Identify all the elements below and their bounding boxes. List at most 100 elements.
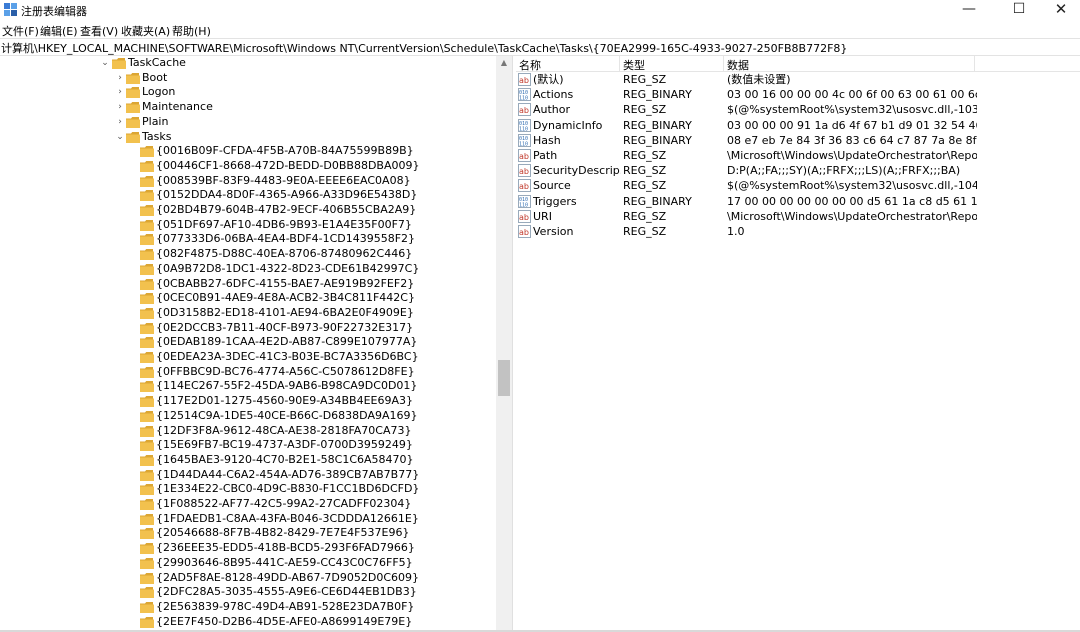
tree-item-task-key[interactable]: {0CEC0B91-4AE9-4E8A-ACB2-3B4C811F442C} (0, 291, 496, 306)
tree-item-label: {236EEE35-EDD5-418B-BCD5-293F6FAD7966} (156, 541, 415, 555)
minimize-button[interactable]: — (946, 0, 992, 20)
column-divider[interactable] (723, 56, 724, 71)
value-data: 1.0 (727, 225, 745, 238)
tree-scrollbar[interactable]: ▲ (496, 56, 512, 632)
folder-icon (140, 160, 154, 172)
svg-text:ab: ab (519, 76, 529, 85)
tree-item-task-key[interactable]: {2EE7F450-D2B6-4D5E-AFE0-A8699149E79E} (0, 615, 496, 630)
maximize-button[interactable]: ☐ (996, 0, 1042, 20)
list-row[interactable]: ab Author REG_SZ $(@%systemRoot%\system32\u… (516, 102, 1080, 117)
tree-item-label: Tasks (142, 129, 172, 143)
scroll-up-arrow-icon[interactable]: ▲ (496, 56, 512, 70)
list-row[interactable]: ab (默认) REG_SZ (数值未设置) (516, 72, 1080, 87)
menu-favorites[interactable]: 收藏夹(A) (121, 23, 170, 39)
list-row[interactable]: 010 110 Actions REG_BINARY 03 00 16 00 00 00… (516, 87, 1080, 102)
list-row[interactable]: 010 110 Triggers REG_BINARY 17 00 00 00 00 0… (516, 194, 1080, 209)
tree-item-task-key[interactable]: {051DF697-AF10-4DB6-9B93-E1A4E35F00F7} (0, 218, 496, 233)
list-row[interactable]: ab URI REG_SZ \Microsoft\Windows\UpdateOrch… (516, 209, 1080, 224)
svg-text:ab: ab (519, 228, 529, 237)
tree-item-task-key[interactable]: {0A9B72D8-1DC1-4322-8D23-CDE61B42997C} (0, 262, 496, 277)
tree-item-task-key[interactable]: {1FDAEDB1-C8AA-43FA-B046-3CDDDA12661E} (0, 512, 496, 527)
list-row[interactable]: ab Version REG_SZ 1.0 (516, 224, 1080, 239)
list-row[interactable]: 010 110 Hash REG_BINARY 08 e7 eb 7e 84 3f 36… (516, 133, 1080, 148)
tree-item-task-key[interactable]: {20546688-8F7B-4B82-8429-7E7E4F537E96} (0, 526, 496, 541)
close-button[interactable]: ✕ (1038, 0, 1080, 20)
string-value-icon: ab (518, 164, 531, 178)
tree-item-task-key[interactable]: {12514C9A-1DE5-40CE-B66C-D6838DA9A169} (0, 409, 496, 424)
tree-item-task-key[interactable]: {12DF3F8A-9612-48CA-AE38-2818FA70CA73} (0, 424, 496, 439)
tree-item-task-key[interactable]: {114EC267-55F2-45DA-9AB6-B98CA9DC0D01} (0, 379, 496, 394)
tree-item-task-key[interactable]: {2DFC28A5-3035-4555-A9E6-CE6D44EB1DB3} (0, 585, 496, 600)
list-row[interactable]: ab Path REG_SZ \Microsoft\Windows\UpdateOrc… (516, 148, 1080, 163)
folder-icon (140, 249, 154, 261)
tree-item-label: {117E2D01-1275-4560-90E9-A34BB4EE69A3} (156, 394, 414, 408)
tree-item-label: {0A9B72D8-1DC1-4322-8D23-CDE61B42997C} (156, 261, 420, 275)
tree-item-task-key[interactable]: {0FFBBC9D-BC76-4774-A56C-C5078612D8FE} (0, 365, 496, 380)
chevron-down-icon[interactable]: ⌄ (100, 56, 110, 70)
tree-item-label: {12DF3F8A-9612-48CA-AE38-2818FA70CA73} (156, 423, 412, 437)
chevron-right-icon[interactable]: › (115, 100, 125, 114)
key-tree-pane[interactable]: ⌄ TaskCache › Boot › Logon › Maintenance › Plain ⌄… (0, 56, 496, 632)
tree-item-task-key[interactable]: {0CBABB27-6DFC-4155-BAE7-AE919B92FEF2} (0, 277, 496, 292)
value-data: 08 e7 eb 7e 84 3f 36 83 c6 64 c7 87 7a 8… (727, 133, 977, 147)
scroll-thumb[interactable] (498, 360, 510, 396)
column-header-type[interactable]: 类型 (623, 57, 645, 73)
tree-item-task-key[interactable]: {0E2DCCB3-7B11-40CF-B973-90F22732E317} (0, 321, 496, 336)
tree-item-task-key[interactable]: {2E563839-978C-49D4-AB91-528E23DA7B0F} (0, 600, 496, 615)
tree-item-task-key[interactable]: {15E69FB7-BC19-4737-A3DF-0700D3959249} (0, 438, 496, 453)
tree-item-plain[interactable]: › Plain (0, 115, 496, 130)
tree-item-task-key[interactable]: {077333D6-06BA-4EA4-BDF4-1CD1439558F2} (0, 232, 496, 247)
folder-icon (140, 572, 154, 584)
tree-item-task-key[interactable]: {0016B09F-CFDA-4F5B-A70B-84A75599B89B} (0, 144, 496, 159)
menu-view[interactable]: 查看(V) (80, 23, 118, 39)
tree-item-task-key[interactable]: {117E2D01-1275-4560-90E9-A34BB4EE69A3} (0, 394, 496, 409)
string-value-icon: ab (518, 103, 531, 117)
column-divider[interactable] (974, 56, 975, 71)
tree-item-label: {12514C9A-1DE5-40CE-B66C-D6838DA9A169} (156, 408, 418, 422)
folder-icon (140, 337, 154, 349)
tree-item-logon[interactable]: › Logon (0, 85, 496, 100)
tree-item-task-key[interactable]: {1D44DA44-C6A2-454A-AD76-389CB7AB7B77} (0, 468, 496, 483)
tree-item-task-key[interactable]: {02BD4B79-604B-47B2-9ECF-406B55CBA2A9} (0, 203, 496, 218)
column-header-data[interactable]: 数据 (727, 57, 749, 73)
tree-item-task-key[interactable]: {236EEE35-EDD5-418B-BCD5-293F6FAD7966} (0, 541, 496, 556)
tree-item-boot[interactable]: › Boot (0, 71, 496, 86)
tree-item-task-key[interactable]: {0D3158B2-ED18-4101-AE94-6BA2E0F4909E} (0, 306, 496, 321)
menu-edit[interactable]: 编辑(E) (40, 23, 78, 39)
column-divider[interactable] (619, 56, 620, 71)
tree-item-task-key[interactable]: {1F088522-AF77-42C5-99A2-27CADFF02304} (0, 497, 496, 512)
folder-icon (140, 381, 154, 393)
address-path[interactable]: 计算机\HKEY_LOCAL_MACHINE\SOFTWARE\Microsof… (1, 40, 847, 56)
tree-item-task-key[interactable]: {1645BAE3-9120-4C70-B2E1-58C1C6A58470} (0, 453, 496, 468)
menu-file[interactable]: 文件(F) (2, 23, 39, 39)
tree-item-label: Boot (142, 70, 168, 84)
tree-item-task-key[interactable]: {1E334E22-CBC0-4D9C-B830-F1CC1BD6DCFD} (0, 482, 496, 497)
tree-item-task-key[interactable]: {2AD5F8AE-8128-49DD-AB67-7D9052D0C609} (0, 571, 496, 586)
tree-item-label: {1D44DA44-C6A2-454A-AD76-389CB7AB7B77} (156, 467, 420, 481)
folder-icon (140, 484, 154, 496)
tree-item-tasks[interactable]: ⌄ Tasks (0, 130, 496, 145)
value-type: REG_SZ (623, 225, 667, 238)
value-type: REG_BINARY (623, 88, 692, 102)
tree-item-task-key[interactable]: {00446CF1-8668-472D-BEDD-D0BB88DBA009} (0, 159, 496, 174)
tree-item-task-key[interactable]: {082F4875-D88C-40EA-8706-87480962C446} (0, 247, 496, 262)
tree-item-maintenance[interactable]: › Maintenance (0, 100, 496, 115)
list-row[interactable]: ab SecurityDescrip... REG_SZ D:P(A;;FA;;;SY… (516, 163, 1080, 178)
chevron-right-icon[interactable]: › (115, 85, 125, 99)
tree-item-task-key[interactable]: {0EDAB189-1CAA-4E2D-AB87-C899E107977A} (0, 335, 496, 350)
tree-item-taskcache[interactable]: ⌄ TaskCache (0, 56, 496, 71)
value-name: Source (533, 179, 571, 193)
chevron-right-icon[interactable]: › (115, 115, 125, 129)
tree-item-task-key[interactable]: {008539BF-83F9-4483-9E0A-EEEE6EAC0A08} (0, 174, 496, 189)
tree-item-task-key[interactable]: {29903646-8B95-441C-AE59-CC43C0C76FF5} (0, 556, 496, 571)
chevron-right-icon[interactable]: › (115, 71, 125, 85)
value-type: REG_BINARY (623, 118, 692, 132)
column-header-name[interactable]: 名称 (519, 57, 541, 73)
menu-help[interactable]: 帮助(H) (172, 23, 211, 39)
tree-item-task-key[interactable]: {0152DDA4-8D0F-4365-A966-A33D96E5438D} (0, 188, 496, 203)
address-bar[interactable]: 计算机\HKEY_LOCAL_MACHINE\SOFTWARE\Microsof… (0, 38, 1080, 56)
list-row[interactable]: ab Source REG_SZ $(@%systemRoot%\system32\u… (516, 178, 1080, 193)
list-row[interactable]: 010 110 DynamicInfo REG_BINARY 03 00 00 00 9… (516, 118, 1080, 133)
tree-item-task-key[interactable]: {0EDEA23A-3DEC-41C3-B03E-BC7A3356D6BC} (0, 350, 496, 365)
chevron-down-icon[interactable]: ⌄ (115, 130, 125, 144)
